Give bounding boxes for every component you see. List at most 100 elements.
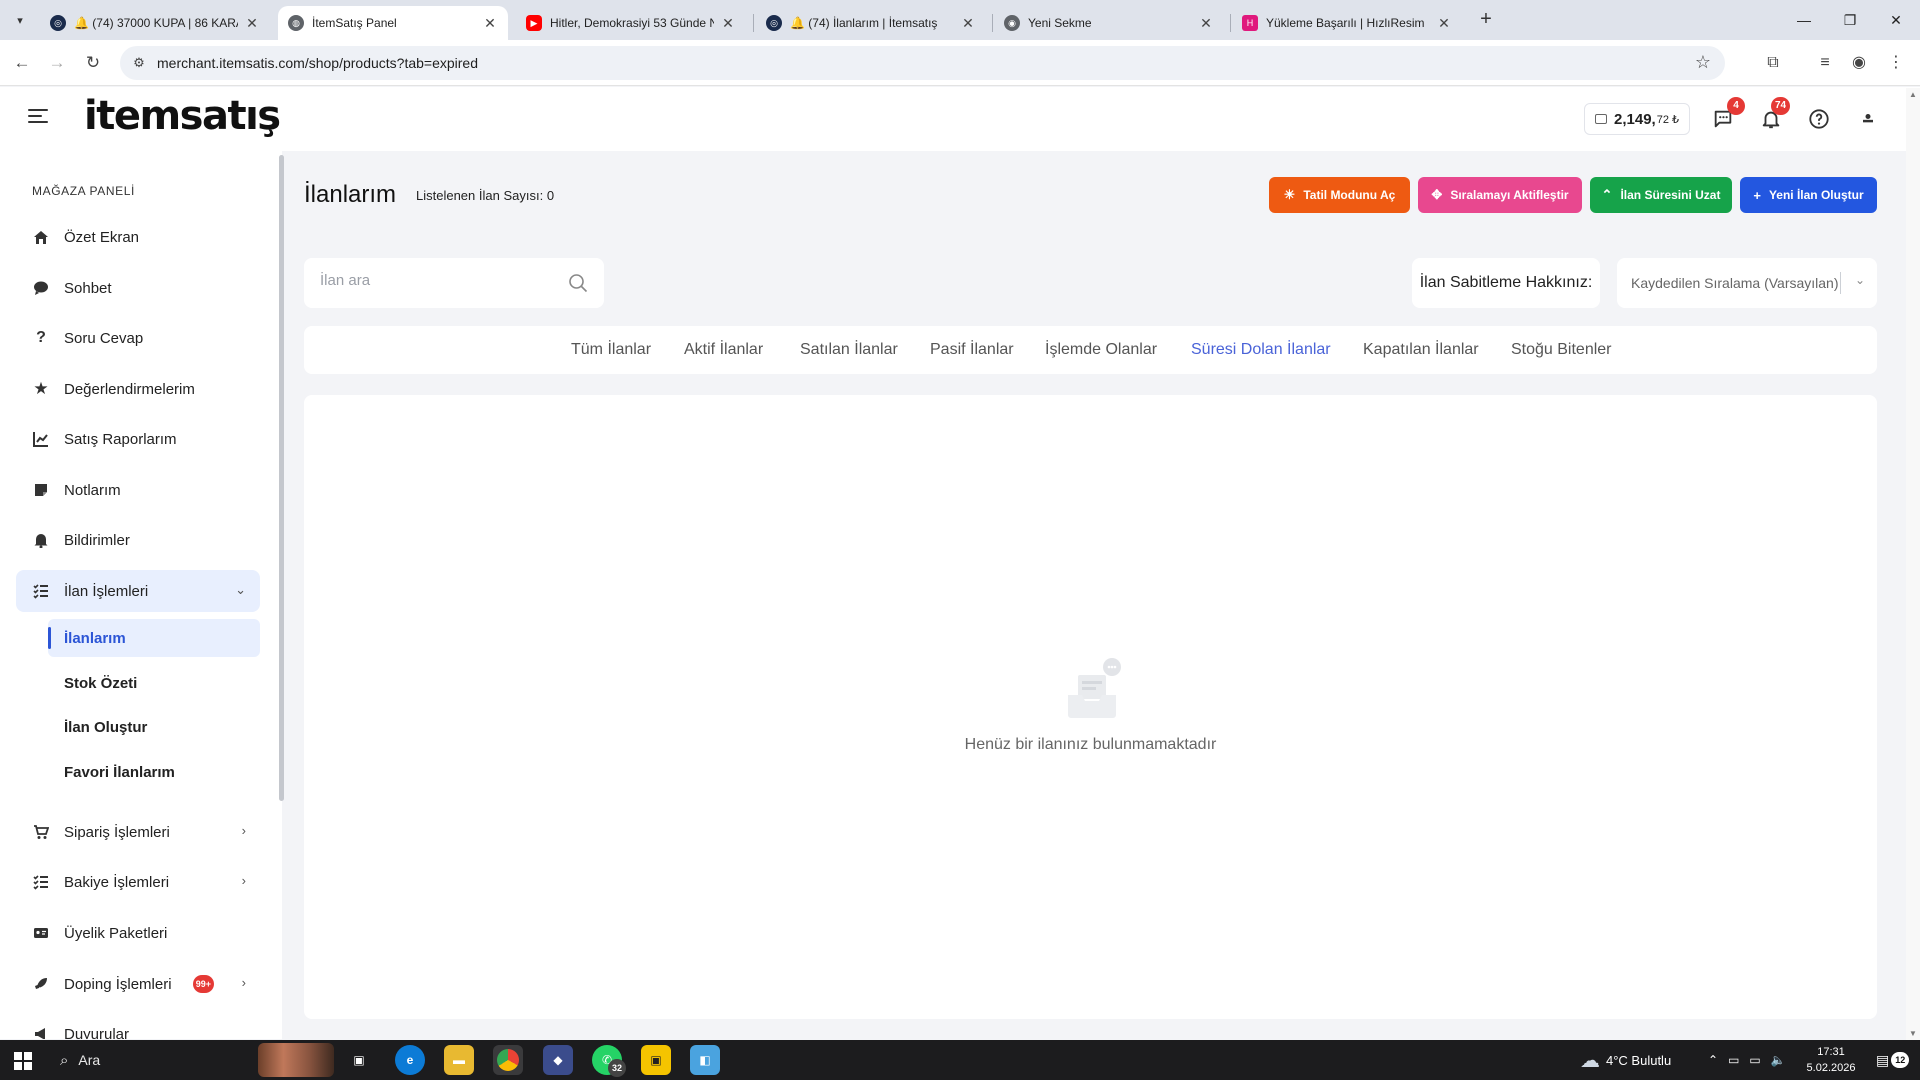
close-icon[interactable]: ✕ — [1436, 15, 1452, 32]
sidebar-item-ilan-islemleri[interactable]: İlan İşlemleri ⌄ — [16, 570, 260, 612]
sidebar-scrollbar[interactable] — [279, 155, 284, 801]
notifications-button[interactable]: 74 — [1757, 97, 1791, 133]
menu-toggle-icon[interactable] — [28, 109, 48, 125]
reload-button[interactable]: ↻ — [80, 50, 106, 76]
discord-favicon-icon: ◎ — [50, 15, 66, 31]
browser-menu-icon[interactable]: ⋮ — [1883, 50, 1909, 76]
tab-suresi-dolan-ilanlar[interactable]: Süresi Dolan İlanlar — [1191, 341, 1331, 359]
search-input[interactable] — [320, 272, 560, 289]
sidebar-item-siparis-islemleri[interactable]: Sipariş İşlemleri › — [16, 811, 260, 853]
taskbar-search[interactable]: ⌕ Ara — [48, 1040, 338, 1080]
help-button[interactable] — [1805, 105, 1833, 133]
messages-button[interactable]: 4 — [1709, 97, 1745, 133]
clock[interactable]: 17:31 5.02.2026 — [1799, 1044, 1863, 1076]
notes-app-icon[interactable]: ▣ — [641, 1045, 671, 1075]
scroll-down-icon[interactable]: ▼ — [1909, 1029, 1917, 1038]
browser-tab-active[interactable]: ◍ İtemSatış Panel ✕ — [278, 6, 508, 40]
close-icon[interactable]: ✕ — [482, 15, 498, 32]
chat-icon — [32, 279, 50, 297]
list-icon — [32, 582, 50, 600]
tab-stogu-bitenler[interactable]: Stoğu Bitenler — [1511, 341, 1612, 359]
itemsatis-logo[interactable]: itemsatış — [84, 93, 281, 139]
chrome-favicon-icon: ◉ — [1004, 15, 1020, 31]
pin-rights-label: İlan Sabitleme Hakkınız: — [1412, 258, 1600, 308]
edge-icon[interactable]: e — [395, 1045, 425, 1075]
listing-search[interactable] — [304, 258, 604, 308]
browser-tab[interactable]: ◉ Yeni Sekme ✕ — [994, 6, 1224, 40]
app-icon-2[interactable]: ◧ — [690, 1045, 720, 1075]
user-avatar[interactable] — [1854, 105, 1882, 133]
address-bar[interactable]: ⚙ merchant.itemsatis.com/shop/products?t… — [120, 46, 1725, 80]
sidebar-item-doping-islemleri[interactable]: Doping İşlemleri 99+ › — [16, 963, 260, 1005]
cart-icon — [32, 823, 50, 841]
sidebar-item-degerlendirmelerim[interactable]: ★ Değerlendirmelerim — [16, 368, 260, 410]
extensions-icon[interactable]: ⧉ — [1760, 50, 1786, 76]
sidebar-subitem-favori-ilanlarim[interactable]: Favori İlanlarım — [48, 753, 260, 791]
sidebar-subitem-ilan-olustur[interactable]: İlan Oluştur — [48, 708, 260, 746]
sidebar-item-label: Soru Cevap — [64, 329, 144, 347]
window-close-button[interactable]: ✕ — [1876, 8, 1916, 32]
tab-tum-ilanlar[interactable]: Tüm İlanlar — [571, 341, 651, 359]
browser-tab[interactable]: H Yükleme Başarılı | HızlıResim ✕ — [1232, 6, 1462, 40]
media-control-icon[interactable]: ≡ — [1812, 50, 1838, 76]
tab-aktif-ilanlar[interactable]: Aktif İlanlar — [684, 341, 763, 359]
task-view-icon[interactable]: ▣ — [344, 1045, 374, 1075]
sort-selected-value: Kaydedilen Sıralama (Varsayılan) — [1631, 275, 1839, 291]
activate-ranking-button[interactable]: ✥ Sıralamayı Aktifleştir — [1418, 177, 1582, 213]
sidebar-item-satis-raporlarim[interactable]: Satış Raporlarım — [16, 418, 260, 460]
start-button[interactable] — [14, 1052, 32, 1070]
profile-icon[interactable]: ◉ — [1846, 50, 1872, 76]
forward-button[interactable]: → — [44, 50, 70, 76]
sort-dropdown[interactable]: Kaydedilen Sıralama (Varsayılan) ⌄ — [1617, 258, 1877, 308]
tab-kapatilan-ilanlar[interactable]: Kapatılan İlanlar — [1363, 341, 1479, 359]
close-icon[interactable]: ✕ — [1198, 15, 1214, 32]
search-icon[interactable] — [568, 273, 588, 298]
back-button[interactable]: ← — [9, 50, 35, 76]
balance-display[interactable]: 2,149, 72 ₺ — [1584, 103, 1691, 135]
tab-pasif-ilanlar[interactable]: Pasif İlanlar — [930, 341, 1014, 359]
sidebar-item-duyurular[interactable]: Duyurular — [16, 1013, 260, 1039]
chrome-icon[interactable] — [493, 1045, 523, 1075]
extend-listing-button[interactable]: ⌃ İlan Süresini Uzat — [1590, 177, 1732, 213]
sidebar-item-bildirimler[interactable]: Bildirimler — [16, 519, 260, 561]
system-tray[interactable]: ⌃ ▭ ▭ 🔈 — [1708, 1040, 1786, 1080]
sidebar-subitem-stok-ozeti[interactable]: Stok Özeti — [48, 664, 260, 702]
sidebar-item-bakiye-islemleri[interactable]: Bakiye İşlemleri › — [16, 861, 260, 903]
sidebar-item-ozet-ekran[interactable]: Özet Ekran — [16, 216, 260, 258]
browser-tab[interactable]: ▶ Hitler, Demokrasiyi 53 Günde Nasıl ✕ — [516, 6, 746, 40]
bookmark-star-icon[interactable]: ☆ — [1695, 52, 1711, 73]
browser-tab[interactable]: ◎ 🔔 (74) İlanlarım | İtemsatış ✕ — [756, 6, 986, 40]
sidebar-subitem-ilanlarim[interactable]: İlanlarım — [48, 619, 260, 657]
sidebar-item-soru-cevap[interactable]: ? Soru Cevap — [16, 317, 260, 359]
file-explorer-icon[interactable]: ▬ — [444, 1045, 474, 1075]
site-info-icon[interactable]: ⚙ — [130, 54, 148, 72]
tab-search-button[interactable]: ▾ — [8, 8, 32, 32]
page-scrollbar[interactable]: ▲ ▼ — [1906, 88, 1920, 1040]
balance-fraction: 72 ₺ — [1656, 113, 1680, 126]
scroll-up-icon[interactable]: ▲ — [1909, 90, 1917, 99]
minimize-button[interactable]: — — [1784, 8, 1824, 32]
sidebar-item-label: Üyelik Paketleri — [64, 924, 168, 942]
tab-satilan-ilanlar[interactable]: Satılan İlanlar — [800, 341, 898, 359]
tab-islemde-olanlar[interactable]: İşlemde Olanlar — [1045, 341, 1157, 359]
url-text[interactable]: merchant.itemsatis.com/shop/products?tab… — [157, 55, 478, 71]
tab-title: Yeni Sekme — [1028, 16, 1092, 30]
sidebar-item-notlarim[interactable]: Notlarım — [16, 469, 260, 511]
sidebar-item-uyelik-paketleri[interactable]: Üyelik Paketleri — [16, 912, 260, 954]
close-icon[interactable]: ✕ — [720, 15, 736, 32]
vacation-mode-button[interactable]: ☀ Tatil Modunu Aç — [1269, 177, 1410, 213]
sidebar-item-sohbet[interactable]: Sohbet — [16, 267, 260, 309]
network-icon: ▭ — [1749, 1053, 1761, 1067]
close-icon[interactable]: ✕ — [244, 15, 260, 32]
whatsapp-icon[interactable]: ✆ 32 — [592, 1045, 627, 1077]
dropdown-separator — [1840, 272, 1841, 294]
restore-button[interactable]: ❐ — [1830, 8, 1870, 32]
weather-widget[interactable]: ☁ 4°C Bulutlu — [1580, 1040, 1671, 1080]
close-icon[interactable]: ✕ — [960, 15, 976, 32]
new-tab-button[interactable]: + — [1472, 8, 1500, 32]
new-listing-button[interactable]: + Yeni İlan Oluştur — [1740, 177, 1877, 213]
notification-center[interactable]: ▤ 12 — [1876, 1040, 1910, 1080]
browser-tab[interactable]: ◎ 🔔 (74) 37000 KUPA | 86 KARAKTER ✕ — [40, 6, 270, 40]
rocket-icon — [32, 975, 50, 993]
app-icon[interactable]: ◆ — [543, 1045, 573, 1075]
